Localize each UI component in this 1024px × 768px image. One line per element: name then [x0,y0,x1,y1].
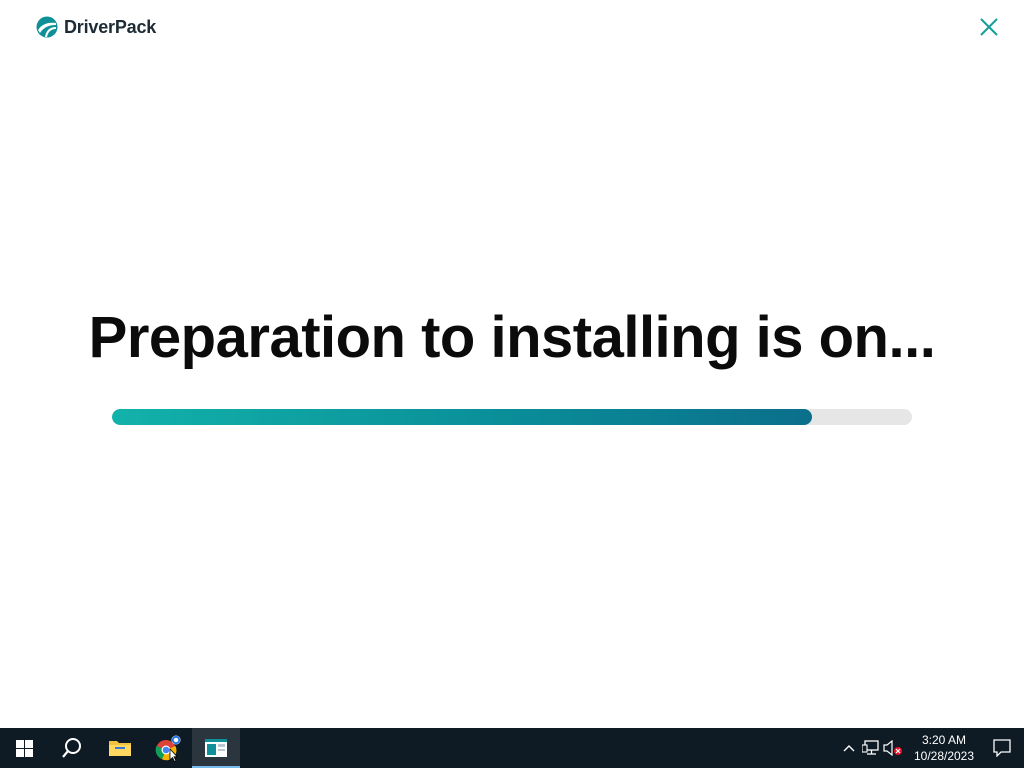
show-hidden-icons-button[interactable] [838,728,860,768]
windows-start-icon [15,739,33,757]
volume-button[interactable] [882,728,904,768]
chrome-icon [155,735,181,762]
driverpack-taskbar-button[interactable] [192,728,240,768]
search-icon [62,738,81,758]
file-explorer-icon [109,741,131,756]
progress-bar [112,409,912,425]
volume-muted-icon [883,740,902,756]
network-button[interactable] [860,728,882,768]
chevron-up-icon [843,745,855,752]
driverpack-window: DriverPack Preparation to installing is … [0,0,1024,728]
brand-name: DriverPack [64,16,157,37]
close-icon[interactable] [978,16,1000,38]
notifications-button[interactable] [980,728,1024,768]
taskbar: 3:20 AM 10/28/2023 [0,728,1024,768]
driverpack-logo-icon [36,16,58,38]
file-explorer-button[interactable] [96,728,144,768]
start-button[interactable] [0,728,48,768]
driverpack-app-icon [205,739,227,757]
search-button[interactable] [48,728,96,768]
clock-time: 3:20 AM [921,733,967,747]
progress-fill [112,409,812,425]
status-heading: Preparation to installing is on... [88,305,936,370]
network-icon [862,740,879,755]
clock-date: 10/28/2023 [913,749,975,763]
driverpack-logo: DriverPack [36,16,156,38]
clock[interactable]: 3:20 AM 10/28/2023 [908,732,980,764]
system-tray: 3:20 AM 10/28/2023 [838,728,1024,768]
chrome-button[interactable] [144,728,192,768]
notifications-icon [993,739,1011,757]
